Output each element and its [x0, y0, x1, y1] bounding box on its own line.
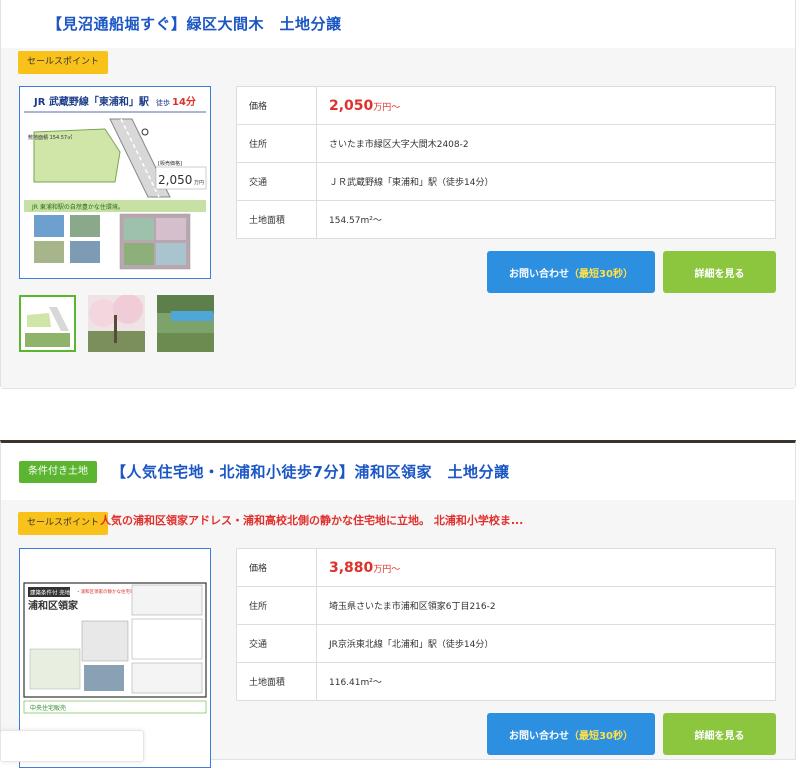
info-row-traffic: 交通 JR京浜東北線「北浦和」駅（徒歩14分）	[236, 624, 776, 663]
contact-button[interactable]: お問い合わせ （最短30秒）	[487, 251, 655, 293]
thumbnail-park-sign-image	[157, 295, 214, 352]
info-row-address: 住所 埼玉県さいたま市浦和区領家6丁目216-2	[236, 586, 776, 625]
land-area-label: 土地面積	[236, 662, 317, 701]
detail-button[interactable]: 詳細を見る	[663, 713, 776, 755]
price-unit: 万円〜	[373, 564, 401, 575]
property-info-table: 価格 2,050万円〜 住所 さいたま市緑区大字大間木2408-2 交通 ＪＲ武…	[236, 86, 776, 239]
price-cell: 3,880万円〜	[316, 548, 776, 587]
listing-body: セールスポイント 人気の浦和区領家アドレス・浦和高校北側の静かな住宅地に立地。 …	[1, 500, 795, 768]
land-area-label: 土地面積	[236, 200, 317, 239]
listing-card-2: 条件付き土地 【人気住宅地・北浦和小徒歩7分】浦和区領家 土地分譲 セールスポイ…	[0, 440, 796, 768]
contact-button[interactable]: お問い合わせ （最短30秒）	[487, 713, 655, 755]
listing-header: 条件付き土地 【人気住宅地・北浦和小徒歩7分】浦和区領家 土地分譲	[1, 443, 795, 500]
contact-button-label: お問い合わせ	[509, 268, 570, 280]
price-value: 3,880	[329, 559, 374, 576]
traffic-label: 交通	[236, 624, 317, 663]
info-row-address: 住所 さいたま市緑区大字大間木2408-2	[236, 124, 776, 163]
address-label: 住所	[236, 586, 317, 625]
price-label: 価格	[236, 86, 317, 125]
property-info-table: 価格 3,880万円〜 住所 埼玉県さいたま市浦和区領家6丁目216-2 交通 …	[236, 548, 776, 701]
price-value: 2,050	[329, 97, 374, 114]
traffic-label: 交通	[236, 162, 317, 201]
info-row-traffic: 交通 ＪＲ武蔵野線「東浦和」駅（徒歩14分）	[236, 162, 776, 201]
traffic-value: JR京浜東北線「北浦和」駅（徒歩14分）	[316, 624, 776, 663]
flyer-walk-label: 徒歩	[156, 98, 170, 107]
address-label: 住所	[236, 124, 317, 163]
thumbnail-cherry-blossom-image	[88, 295, 145, 352]
flyer-price-label: [販売価格]	[158, 160, 182, 167]
price-unit: 万円〜	[373, 102, 401, 113]
flyer-bullets: ・浦和区領家の静かな住宅地。	[76, 588, 139, 595]
contact-button-note: （最短30秒）	[569, 268, 633, 280]
thumbnail-strip	[19, 295, 214, 352]
thumbnail-3[interactable]	[157, 295, 214, 352]
listing-header: 【見沼通船堀すぐ】緑区大間木 土地分譲	[1, 0, 795, 48]
detail-button[interactable]: 詳細を見る	[663, 251, 776, 293]
info-row-area: 土地面積 116.41m²〜	[236, 662, 776, 701]
land-area-value: 116.41m²〜	[316, 662, 776, 701]
thumbnail-2[interactable]	[88, 295, 145, 352]
listing-card-1: 【見沼通船堀すぐ】緑区大間木 土地分譲 セールスポイント JR 武蔵野線「東浦和…	[0, 0, 796, 389]
traffic-value: ＪＲ武蔵野線「東浦和」駅（徒歩14分）	[316, 162, 776, 201]
price-cell: 2,050万円〜	[316, 86, 776, 125]
land-area-value: 154.57m²〜	[316, 200, 776, 239]
flyer-area-text: 敷地面積 154.57㎡	[28, 134, 72, 141]
flyer-price: 2,050	[158, 173, 192, 187]
flyer-walk-min: 14分	[172, 95, 196, 108]
contact-button-note: （最短30秒）	[569, 730, 633, 742]
info-row-area: 土地面積 154.57m²〜	[236, 200, 776, 239]
info-row-price: 価格 3,880万円〜	[236, 548, 776, 587]
flyer-line-text: JR 武蔵野線「東浦和」駅	[33, 95, 150, 108]
floating-widget[interactable]	[0, 730, 144, 762]
sale-point-tag: セールスポイント	[18, 512, 109, 535]
main-property-image[interactable]: JR 武蔵野線「東浦和」駅 徒歩 14分 敷地面積 154.57㎡ [販売価格]…	[19, 86, 211, 279]
flyer-badge: 建築条件付 売地	[30, 589, 71, 597]
listing-title[interactable]: 【人気住宅地・北浦和小徒歩7分】浦和区領家 土地分譲	[111, 461, 509, 482]
property-flyer-image: JR 武蔵野線「東浦和」駅 徒歩 14分 敷地面積 154.57㎡ [販売価格]…	[20, 87, 210, 278]
flyer-company: 中央住宅販売	[30, 704, 66, 712]
address-value: さいたま市緑区大字大間木2408-2	[316, 124, 776, 163]
sale-point-tag: セールスポイント	[18, 51, 109, 74]
flyer-price-unit: 万円	[194, 180, 204, 186]
address-value: 埼玉県さいたま市浦和区領家6丁目216-2	[316, 586, 776, 625]
sale-point-text: 人気の浦和区領家アドレス・浦和高校北側の静かな住宅地に立地。 北浦和小学校ま..…	[100, 514, 524, 527]
price-label: 価格	[236, 548, 317, 587]
flyer-caption: JR 東浦和駅の自然豊かな住環境。	[31, 203, 124, 211]
condition-tag: 条件付き土地	[19, 460, 97, 483]
thumbnail-flyer-image	[21, 297, 74, 350]
info-row-price: 価格 2,050万円〜	[236, 86, 776, 125]
listing-title[interactable]: 【見沼通船堀すぐ】緑区大間木 土地分譲	[47, 13, 342, 34]
contact-button-label: お問い合わせ	[509, 730, 570, 742]
thumbnail-1[interactable]	[19, 295, 76, 352]
listing-body: セールスポイント JR 武蔵野線「東浦和」駅 徒歩 14分 敷地面積 154.5…	[1, 48, 795, 388]
flyer-area-name: 浦和区領家	[28, 599, 79, 612]
